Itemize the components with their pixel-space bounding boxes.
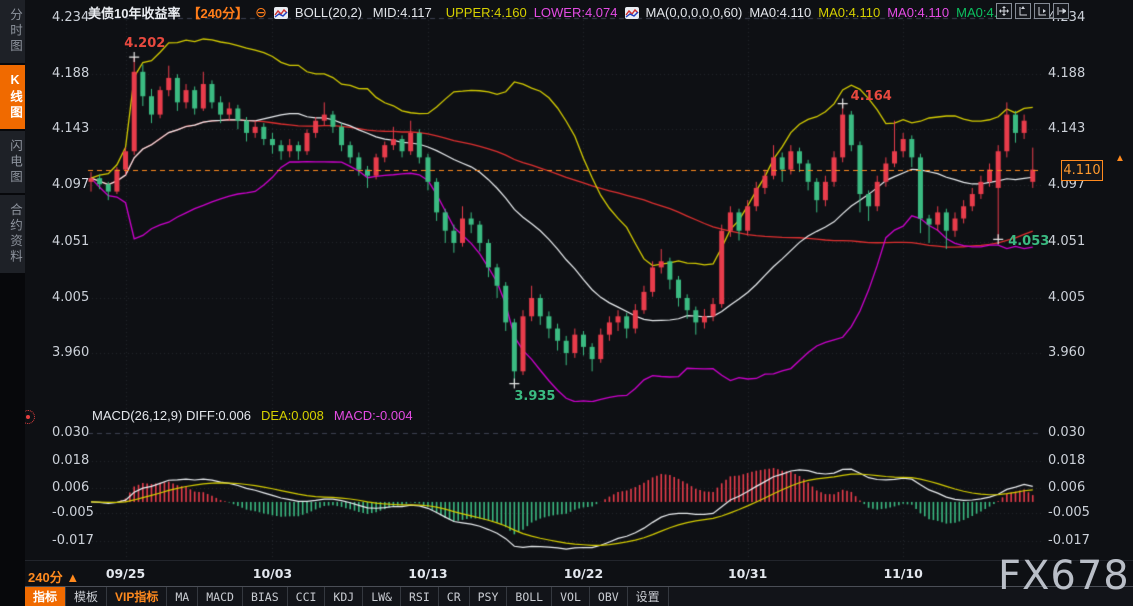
macd-axis-label-left: -0.017: [52, 533, 86, 548]
toolbar-item-CR[interactable]: CR: [439, 587, 470, 606]
y-axis-label-left: 3.960: [52, 345, 86, 360]
toolbar-item-BIAS[interactable]: BIAS: [243, 587, 288, 606]
macd-header: MACD(26,12,9) DIFF:0.006 DEA:0.008 MACD:…: [92, 408, 413, 423]
y-axis-label-left: 4.188: [52, 66, 86, 81]
price-annotation: 4.202: [124, 36, 165, 51]
y-axis-label-right: 4.143: [1048, 121, 1082, 136]
y-axis-label-right: 4.188: [1048, 66, 1082, 81]
macd-axis-label-right: -0.005: [1048, 505, 1082, 520]
x-axis-zoom-icon[interactable]: [1034, 3, 1050, 19]
boll-name-label: BOLL(20,2) MID:4.117: [295, 5, 439, 20]
macd-axis-label-right: -0.017: [1048, 533, 1082, 548]
y-axis-label-left: 4.143: [52, 121, 86, 136]
toolbar-item-RSI[interactable]: RSI: [401, 587, 439, 606]
x-axis-date-label: 10/22: [552, 566, 614, 581]
macd-value-label: MACD:-0.004: [334, 408, 413, 423]
y-axis-label-right: 4.051: [1048, 234, 1082, 249]
ma-value-1: MA0:4.110: [818, 5, 880, 20]
macd-name-label: MACD(26,12,9) DIFF:0.006: [92, 408, 251, 423]
chart-header: 美债10年收益率 【240分】 ⊖ BOLL(20,2) MID:4.117 U…: [88, 2, 1019, 22]
y-axis-label-right: 4.005: [1048, 290, 1082, 305]
axis-separator: [25, 560, 1133, 561]
toolbar-item-VOL[interactable]: VOL: [552, 587, 590, 606]
toolbar-item-模板[interactable]: 模板: [66, 587, 107, 606]
chart-tool-buttons: [996, 3, 1069, 19]
x-axis-date-label: 10/03: [241, 566, 303, 581]
current-price-label: 4.110: [1061, 160, 1103, 181]
x-axis-date-label: 11/10: [872, 566, 934, 581]
macd-axis-label-right: 0.006: [1048, 480, 1082, 495]
sidebar: 分时图K线图闪电图合约资料: [0, 0, 25, 606]
app-root: 分时图K线图闪电图合约资料 美债10年收益率 【240分】 ⊖ BOLL(20,…: [0, 0, 1133, 606]
toolbar-item-设置[interactable]: 设置: [628, 587, 669, 606]
ma-value-0: MA0:4.110: [749, 5, 811, 20]
sidebar-tab-2[interactable]: 闪电图: [0, 131, 25, 194]
pan-icon[interactable]: [996, 3, 1012, 19]
period-label: 【240分】: [187, 3, 248, 22]
macd-axis-label-left: -0.005: [52, 505, 86, 520]
ma-values: MA0:4.110MA0:4.110MA0:4.110MA0:4.1: [749, 5, 1011, 20]
sidebar-tab-1[interactable]: K线图: [0, 65, 25, 129]
price-annotation: 4.164: [851, 89, 892, 104]
toolbar-item-LW&[interactable]: LW&: [363, 587, 401, 606]
boll-lower-label: LOWER:4.074: [534, 5, 618, 20]
y-axis-label-left: 4.097: [52, 177, 86, 192]
toolbar-item-MA[interactable]: MA: [167, 587, 198, 606]
ma-name-label: MA(0,0,0,0,0,60): [646, 5, 743, 20]
export-icon[interactable]: [1053, 3, 1069, 19]
toolbar-item-指标[interactable]: 指标: [25, 587, 66, 606]
macd-axis-label-right: 0.030: [1048, 425, 1082, 440]
macd-axis-label-left: 0.018: [52, 453, 86, 468]
toolbar-item-OBV[interactable]: OBV: [590, 587, 628, 606]
y-axis-zoom-icon[interactable]: [1015, 3, 1031, 19]
toolbar-item-CCI[interactable]: CCI: [288, 587, 326, 606]
instrument-title: 美债10年收益率: [88, 3, 180, 22]
x-axis-date-label: 10/13: [397, 566, 459, 581]
toolbar-item-MACD[interactable]: MACD: [198, 587, 243, 606]
y-axis-label-left: 4.234: [52, 10, 86, 25]
price-annotation: 4.053: [1008, 234, 1049, 249]
boll-chart-icon: [274, 7, 288, 19]
y-axis-label-left: 4.005: [52, 290, 86, 305]
price-arrow-icon: ▲: [1115, 153, 1125, 164]
collapse-icon[interactable]: ⊖: [255, 4, 267, 21]
toolbar-item-BOLL[interactable]: BOLL: [507, 587, 552, 606]
macd-axis-label-right: 0.018: [1048, 453, 1082, 468]
toolbar-item-PSY[interactable]: PSY: [470, 587, 508, 606]
macd-axis-label-left: 0.030: [52, 425, 86, 440]
watermark: FX678: [998, 553, 1130, 599]
x-axis-date-label: 09/25: [95, 566, 157, 581]
timeframe-tag[interactable]: 240分 ▲: [28, 567, 79, 586]
toolbar-item-VIP指标[interactable]: VIP指标: [107, 587, 167, 606]
ma-chart-icon: [625, 7, 639, 19]
sidebar-tab-3[interactable]: 合约资料: [0, 195, 25, 273]
macd-axis-label-left: 0.006: [52, 480, 86, 495]
sidebar-tab-0[interactable]: 分时图: [0, 0, 25, 63]
price-annotation: 3.935: [514, 389, 555, 404]
y-axis-label-right: 3.960: [1048, 345, 1082, 360]
boll-upper-label: UPPER:4.160: [446, 5, 527, 20]
x-axis-date-label: 10/31: [717, 566, 779, 581]
indicator-toolbar: 指标模板VIP指标MAMACDBIASCCIKDJLW&RSICRPSYBOLL…: [25, 586, 1133, 606]
chart-canvas[interactable]: [0, 0, 1133, 606]
toolbar-item-KDJ[interactable]: KDJ: [325, 587, 363, 606]
ma-value-2: MA0:4.110: [887, 5, 949, 20]
y-axis-label-left: 4.051: [52, 234, 86, 249]
macd-dea-label: DEA:0.008: [261, 408, 324, 423]
